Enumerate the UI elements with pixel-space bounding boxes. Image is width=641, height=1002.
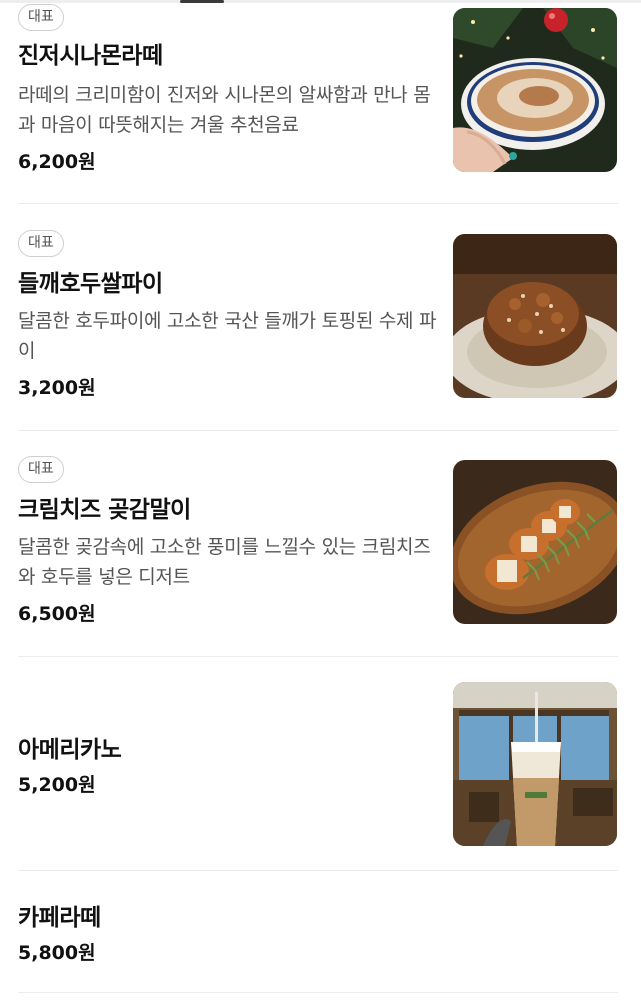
cinnamon-latte-photo[interactable]	[453, 8, 617, 172]
menu-item-americano[interactable]: 아메리카노 5,200원	[18, 660, 618, 870]
menu-item-price: 6,200원	[18, 151, 96, 173]
menu-item-name: 카페라떼	[18, 905, 101, 931]
item-divider	[18, 992, 618, 993]
menu-item-perilla-walnut-rice-pie[interactable]: 대표 들깨호두쌀파이 달콤한 호두파이에 고소한 국산 들깨가 토핑된 수제 파…	[18, 228, 618, 428]
menu-item-description: 달콤한 곶감속에 고소한 풍미를 느낄수 있는 크림치즈와 호두를 넣은 디저트	[18, 536, 431, 588]
menu-item-cream-cheese-persimmon-roll[interactable]: 대표 크림치즈 곶감말이 달콤한 곶감속에 고소한 풍미를 느낄수 있는 크림치…	[18, 454, 618, 654]
signature-badge: 대표	[18, 4, 64, 31]
item-divider	[18, 656, 618, 657]
iced-americano-photo[interactable]	[453, 682, 617, 846]
menu-item-name: 아메리카노	[18, 737, 122, 763]
item-divider	[18, 203, 618, 204]
item-divider	[18, 870, 618, 871]
menu-item-price: 6,500원	[18, 603, 96, 625]
menu-item-description: 라떼의 크리미함이 진저와 시나몬의 알싸함과 만나 몸과 마음이 따뜻해지는 …	[18, 84, 431, 136]
signature-badge: 대표	[18, 230, 64, 257]
menu-item-cafe-latte[interactable]: 카페라떼 5,800원	[18, 880, 618, 990]
menu-item-name: 들깨호두쌀파이	[18, 271, 163, 297]
walnut-pie-photo[interactable]	[453, 234, 617, 398]
menu-item-price: 5,200원	[18, 774, 96, 796]
menu-item-description: 달콤한 호두파이에 고소한 국산 들깨가 토핑된 수제 파이	[18, 310, 437, 362]
item-divider	[18, 430, 618, 431]
menu-item-price: 3,200원	[18, 377, 96, 399]
menu-item-name: 진저시나몬라떼	[18, 43, 163, 69]
menu-item-price: 5,800원	[18, 942, 96, 964]
menu-item-name: 크림치즈 곶감말이	[18, 497, 191, 523]
persimmon-roll-photo[interactable]	[453, 460, 617, 624]
menu-item-ginger-cinnamon-latte[interactable]: 대표 진저시나몬라떼 라떼의 크리미함이 진저와 시나몬의 알싸함과 만나 몸과…	[18, 0, 618, 200]
signature-badge: 대표	[18, 456, 64, 483]
